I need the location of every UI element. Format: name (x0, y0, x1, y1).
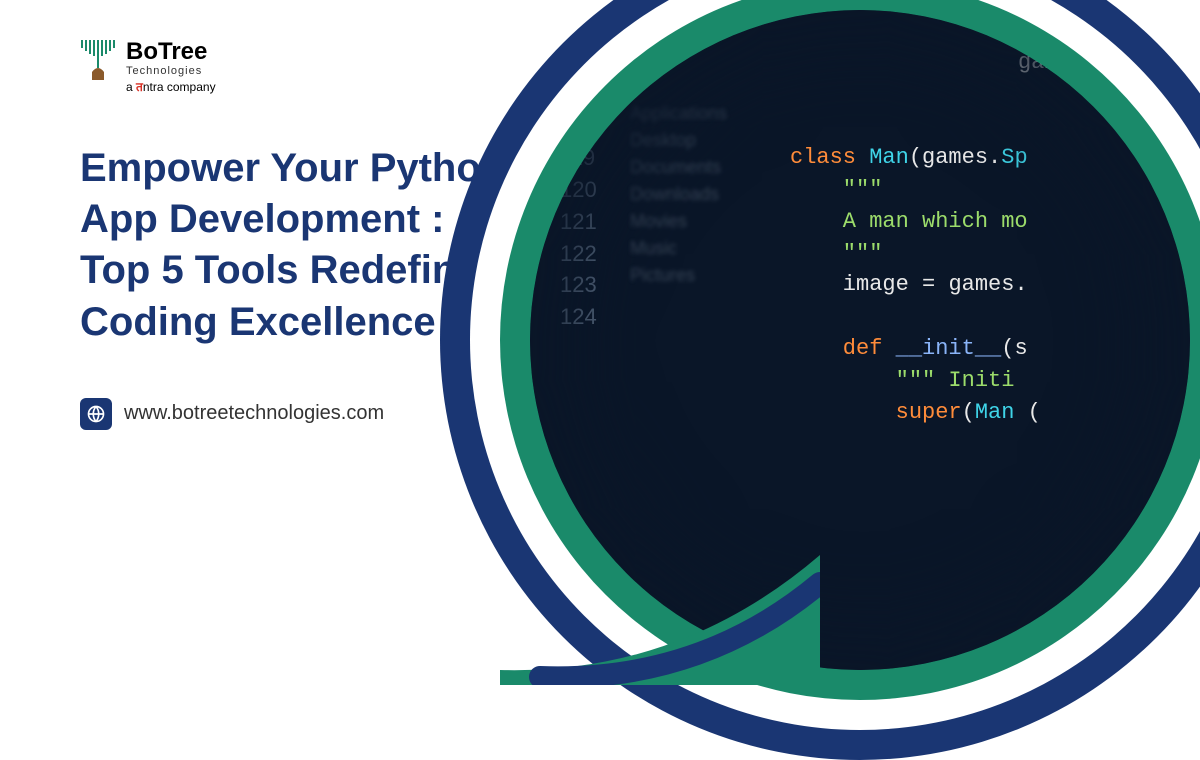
globe-icon (80, 398, 112, 430)
code-screenshot: games.scre Applications Desktop Document… (530, 10, 1190, 670)
logo-tagline: a तntra company (126, 81, 216, 93)
logo-subtitle: Technologies (126, 66, 216, 77)
website-url: www.botreetechnologies.com (124, 402, 384, 425)
logo-text: BoTree Technologies a तntra company (126, 40, 216, 93)
logo-brand: BoTree (126, 40, 216, 64)
tree-icon (80, 40, 116, 80)
code-body: class Man(games.Sp """ A man which mo ""… (530, 10, 1190, 459)
decorative-arc: games.scre Applications Desktop Document… (440, 0, 1200, 760)
